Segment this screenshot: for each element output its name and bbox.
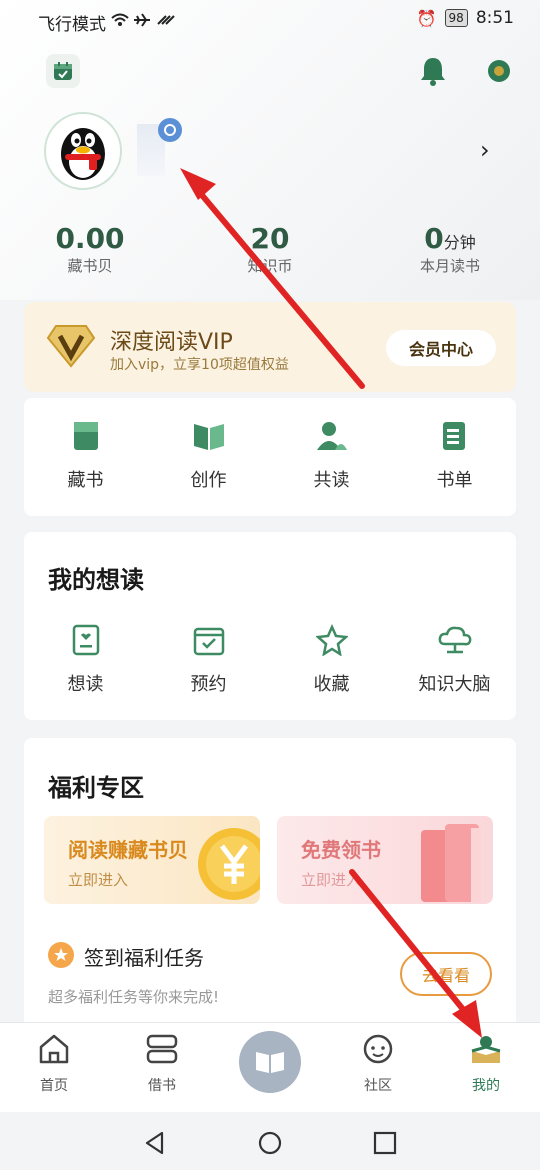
arrow-to-me-tab <box>349 869 473 1021</box>
arrow-head-top <box>180 168 216 200</box>
arrow-to-avatar <box>193 185 365 389</box>
annotation-arrows <box>180 168 482 1038</box>
